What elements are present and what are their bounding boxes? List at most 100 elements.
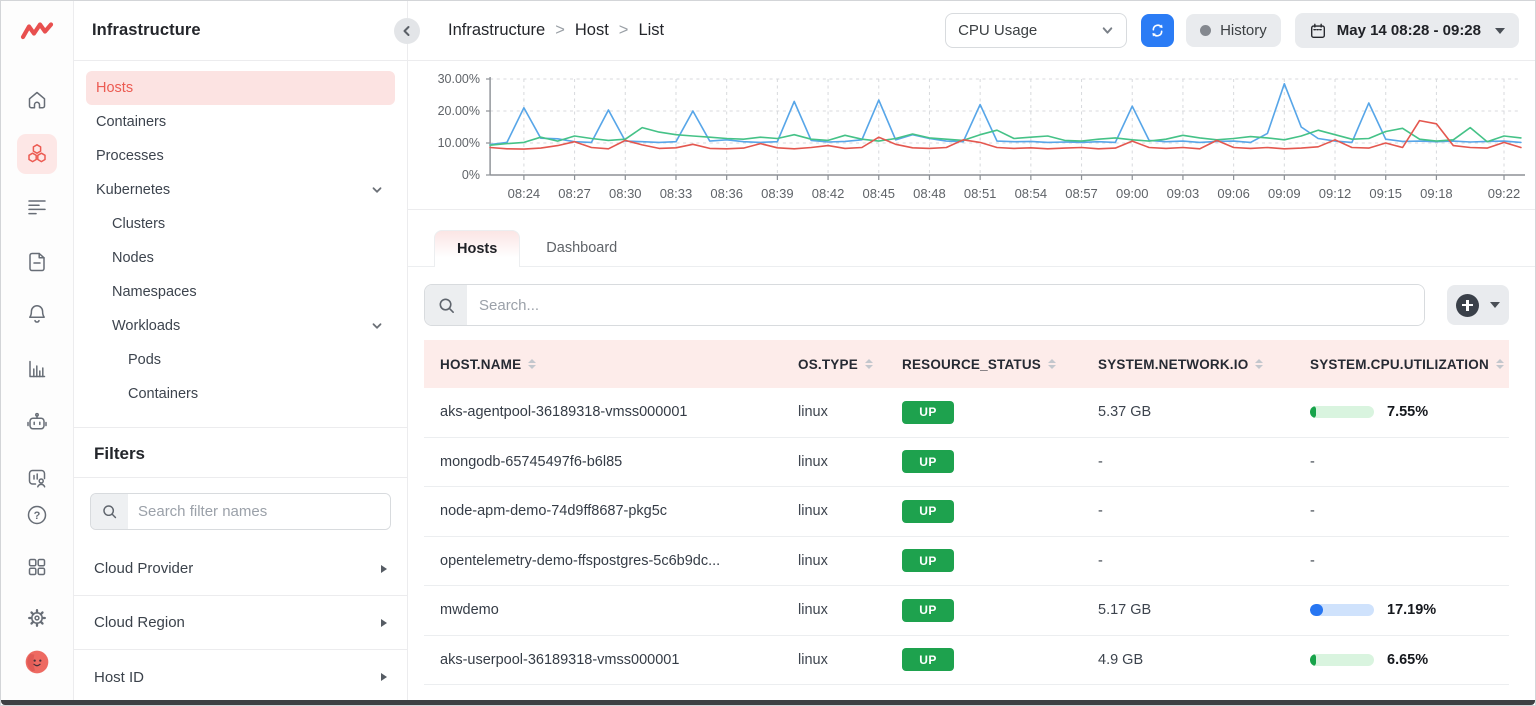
column-label: OS.TYPE	[798, 356, 858, 372]
os-type-cell: linux	[798, 602, 828, 619]
status-up-badge: UP	[902, 499, 954, 523]
home-icon[interactable]	[17, 80, 57, 120]
sidebar-item-containers[interactable]: Containers	[86, 105, 395, 139]
network-io-cell: -	[1098, 552, 1103, 569]
resource-status-cell: UP	[902, 598, 1098, 622]
sidebar-item-containers[interactable]: Containers	[86, 377, 395, 411]
infrastructure-icon[interactable]	[17, 134, 57, 174]
metric-select[interactable]: CPU Usage	[945, 13, 1128, 48]
chevron-right-icon	[381, 618, 387, 627]
history-label: History	[1220, 22, 1267, 39]
breadcrumb-item[interactable]: Infrastructure	[448, 21, 545, 40]
sort-icon[interactable]	[528, 358, 537, 370]
host-name-cell[interactable]: mongodb-65745497f6-b6l85	[440, 454, 798, 470]
column-header-system-network-io[interactable]: SYSTEM.NETWORK.IO	[1098, 357, 1310, 372]
status-up-badge: UP	[902, 598, 954, 622]
host-name-cell[interactable]: opentelemetry-demo-ffspostgres-5c6b9dc..…	[440, 553, 798, 569]
sort-icon[interactable]	[1048, 358, 1057, 370]
avatar-icon[interactable]	[18, 643, 56, 681]
sort-icon[interactable]	[1495, 358, 1504, 370]
cpu-utilization-bar	[1310, 604, 1374, 617]
x-axis-tick-label: 08:45	[862, 186, 896, 201]
sidebar-item-nodes[interactable]: Nodes	[86, 241, 395, 275]
x-axis-tick-label: 09:12	[1318, 186, 1352, 201]
sort-icon[interactable]	[864, 358, 873, 370]
status-up-badge: UP	[902, 400, 954, 424]
breadcrumb-separator: >	[555, 21, 565, 39]
settings-icon[interactable]	[17, 598, 57, 638]
hosts-search-input[interactable]	[467, 285, 1424, 325]
sidebar-item-clusters[interactable]: Clusters	[86, 207, 395, 241]
apps-icon[interactable]	[17, 547, 57, 587]
sidebar-item-namespaces[interactable]: Namespaces	[86, 275, 395, 309]
sidebar-header: Infrastructure	[74, 1, 407, 61]
breadcrumb: Infrastructure > Host > List	[448, 21, 945, 40]
breadcrumb-item[interactable]: List	[638, 21, 664, 40]
y-axis-tick-label: 0%	[461, 168, 480, 182]
sidebar-item-processes[interactable]: Processes	[86, 139, 395, 173]
table-row[interactable]: mongodb-65745497f6-b6l85 linux UP - -	[424, 437, 1509, 487]
help-icon[interactable]: ?	[17, 495, 57, 535]
column-header-system-cpu-utilization[interactable]: SYSTEM.CPU.UTILIZATION	[1310, 357, 1509, 372]
sort-icon[interactable]	[1255, 358, 1264, 370]
host-name-cell[interactable]: aks-userpool-36189318-vmss000001	[440, 652, 798, 668]
column-header-resource-status[interactable]: RESOURCE_STATUS	[902, 357, 1098, 372]
table-row[interactable]: mwdemo linux UP 5.17 GB 17.19%	[424, 586, 1509, 636]
sidebar-collapse-button[interactable]	[394, 18, 420, 44]
breadcrumb-item[interactable]: Host	[575, 21, 609, 40]
filters-heading: Filters	[74, 428, 407, 478]
bot-icon[interactable]	[17, 403, 57, 443]
logs-icon[interactable]	[17, 187, 57, 227]
resource-status-cell: UP	[902, 648, 1098, 672]
column-header-os-type[interactable]: OS.TYPE	[798, 357, 902, 372]
host-name-cell[interactable]: node-apm-demo-74d9ff8687-pkg5c	[440, 503, 798, 519]
x-axis-tick-label: 08:36	[710, 186, 743, 201]
table-row[interactable]: aks-userpool-36189318-vmss000001 linux UP 4…	[424, 635, 1509, 685]
y-axis-tick-label: 30.00%	[437, 72, 480, 86]
x-axis-tick-label: 08:27	[558, 186, 591, 201]
y-axis-tick-label: 10.00%	[437, 136, 480, 150]
cpu-utilization-bar	[1310, 653, 1374, 666]
tab-hosts[interactable]: Hosts	[434, 230, 521, 267]
alerts-icon[interactable]	[17, 294, 57, 334]
cpu-utilization-cell: -	[1310, 453, 1315, 470]
sidebar-nav: Hosts Containers Processes Kubernetes Cluste…	[74, 61, 407, 417]
filter-group-cloud-region[interactable]: Cloud Region	[74, 596, 407, 650]
refresh-button[interactable]	[1141, 14, 1175, 47]
plus-icon	[1456, 293, 1479, 317]
document-icon[interactable]	[17, 242, 57, 282]
table-row[interactable]: opentelemetry-demo-ffspostgres-5c6b9dc..…	[424, 536, 1509, 586]
filter-group-host-id[interactable]: Host ID	[74, 650, 407, 704]
filter-group-cloud-provider[interactable]: Cloud Provider	[74, 542, 407, 596]
rum-icon[interactable]	[17, 458, 57, 498]
chevron-left-icon	[403, 26, 410, 36]
os-type-cell: linux	[798, 404, 828, 421]
table-row[interactable]: node-apm-demo-74d9ff8687-pkg5c linux UP - -	[424, 487, 1509, 537]
table-row[interactable]: aks-agentpool-36189318-vmss000001 linux UP…	[424, 388, 1509, 438]
sidebar-item-label: Pods	[128, 352, 162, 368]
refresh-icon	[1152, 24, 1163, 37]
date-range-picker[interactable]: May 14 08:28 - 09:28	[1294, 13, 1519, 48]
x-axis-tick-label: 09:09	[1268, 186, 1301, 201]
sidebar: Infrastructure Hosts Containers Processes K…	[74, 1, 420, 705]
status-up-badge: UP	[902, 549, 954, 573]
sidebar-item-workloads[interactable]: Workloads	[86, 309, 395, 343]
table-header: HOST.NAME OS.TYPE RESOURCE_STATUS SYSTEM.NE…	[424, 340, 1509, 388]
sidebar-item-pods[interactable]: Pods	[86, 343, 395, 377]
sidebar-item-kubernetes[interactable]: Kubernetes	[86, 173, 395, 207]
host-name-cell[interactable]: mwdemo	[440, 602, 798, 618]
tab-dashboard[interactable]: Dashboard	[520, 230, 643, 266]
x-axis-tick-label: 09:06	[1217, 186, 1250, 201]
sidebar-item-label: Containers	[96, 114, 167, 130]
filter-search-input[interactable]	[128, 494, 390, 529]
add-column-button[interactable]	[1447, 285, 1509, 325]
cpu-usage-chart: 30.00% 20.00% 10.00% 0% 08:24 08:27 08:30 08:3…	[408, 61, 1535, 210]
os-type-cell: linux	[798, 503, 828, 520]
sidebar-item-hosts[interactable]: Hosts	[86, 71, 395, 105]
main-content: Infrastructure > Host > List CPU Usage Histo…	[408, 1, 1535, 705]
column-header-host-name[interactable]: HOST.NAME	[440, 357, 798, 372]
reports-icon[interactable]	[17, 349, 57, 389]
date-range-value: May 14 08:28 - 09:28	[1336, 22, 1481, 39]
host-name-cell[interactable]: aks-agentpool-36189318-vmss000001	[440, 404, 798, 420]
history-toggle[interactable]: History	[1186, 14, 1281, 47]
